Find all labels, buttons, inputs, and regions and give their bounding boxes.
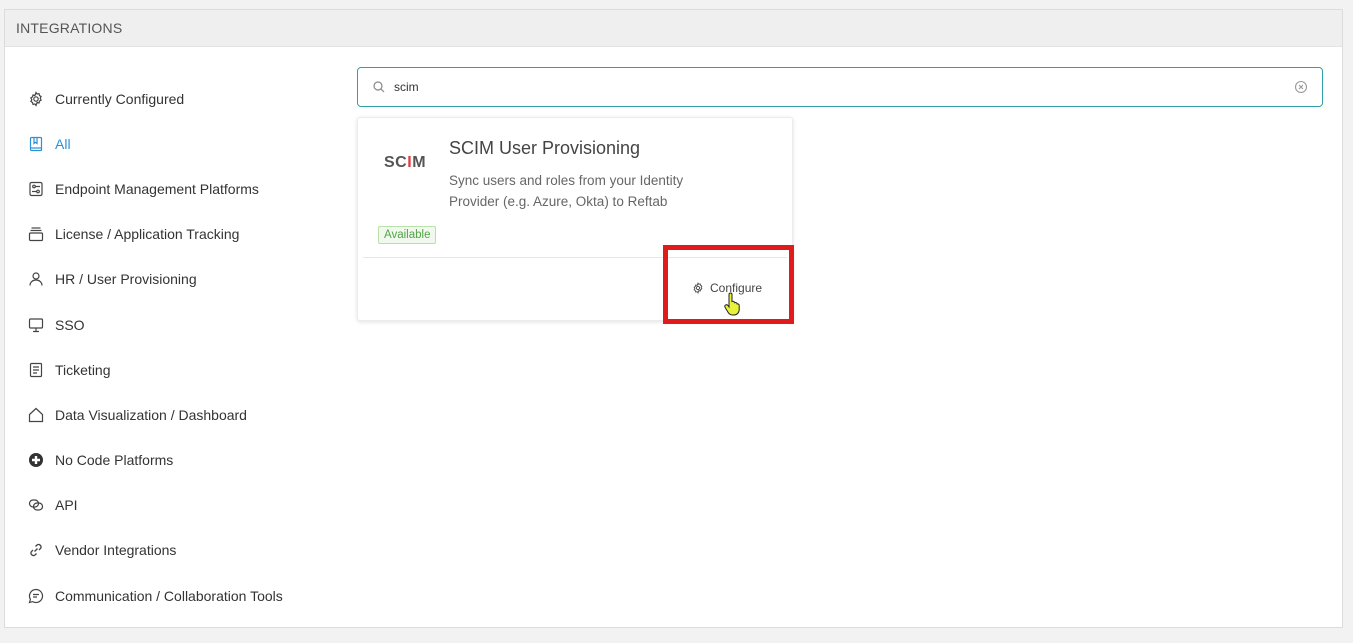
sidebar-item-ticketing[interactable]: Ticketing [27,347,327,392]
sidebar-item-label: Currently Configured [55,90,185,107]
sidebar-item-sso[interactable]: SSO [27,302,327,347]
scim-logo: SCIM [384,154,427,171]
sidebar-item-no-code[interactable]: No Code Platforms [27,438,327,483]
sidebar-item-all[interactable]: All [27,121,327,166]
hand-cursor-icon [723,292,743,316]
gear-icon [27,90,45,108]
sidebar-item-hr-provisioning[interactable]: HR / User Provisioning [27,257,327,302]
sidebar-item-endpoint-management[interactable]: Endpoint Management Platforms [27,166,327,211]
sidebar-item-label: HR / User Provisioning [55,271,197,288]
sidebar-item-label: Endpoint Management Platforms [55,180,259,197]
search-icon [372,80,386,94]
sidebar-item-license-tracking[interactable]: License / Application Tracking [27,212,327,257]
sidebar-item-api[interactable]: API [27,483,327,528]
sidebar-item-currently-configured[interactable]: Currently Configured [27,76,327,121]
sidebar-item-label: Vendor Integrations [55,542,177,559]
sidebar-item-label: Ticketing [55,361,111,378]
search-bar [357,67,1323,107]
sidebar-item-label: Data Visualization / Dashboard [55,406,247,423]
card-title: SCIM User Provisioning [449,138,641,158]
sidebar-item-data-visualization[interactable]: Data Visualization / Dashboard [27,392,327,437]
plus-circle-icon [27,451,45,469]
category-sidebar: Currently Configured All Endpoint Manage… [27,76,327,618]
sidebar-item-communication[interactable]: Communication / Collaboration Tools [27,573,327,618]
sidebar-item-vendor-integrations[interactable]: Vendor Integrations [27,528,327,573]
monitor-icon [27,316,45,334]
sidebar-item-label: All [55,135,71,152]
api-icon [27,496,45,514]
chat-icon [27,587,45,605]
home-icon [27,406,45,424]
panel-header: INTEGRATIONS [5,10,1342,47]
sidebar-item-label: License / Application Tracking [55,226,240,243]
search-input[interactable] [392,79,1294,95]
card-description: Sync users and roles from your Identity … [449,173,684,209]
sliders-icon [27,180,45,198]
sidebar-item-label: API [55,497,78,514]
document-icon [27,361,45,379]
stack-icon [27,225,45,243]
status-badge: Available [378,226,437,244]
page-title: INTEGRATIONS [16,20,123,36]
link-icon [27,541,45,559]
sidebar-item-label: No Code Platforms [55,452,174,469]
clear-icon[interactable] [1294,80,1308,94]
book-icon [27,135,45,153]
sidebar-item-label: SSO [55,316,85,333]
sidebar-item-label: Communication / Collaboration Tools [55,587,283,604]
user-icon [27,270,45,288]
